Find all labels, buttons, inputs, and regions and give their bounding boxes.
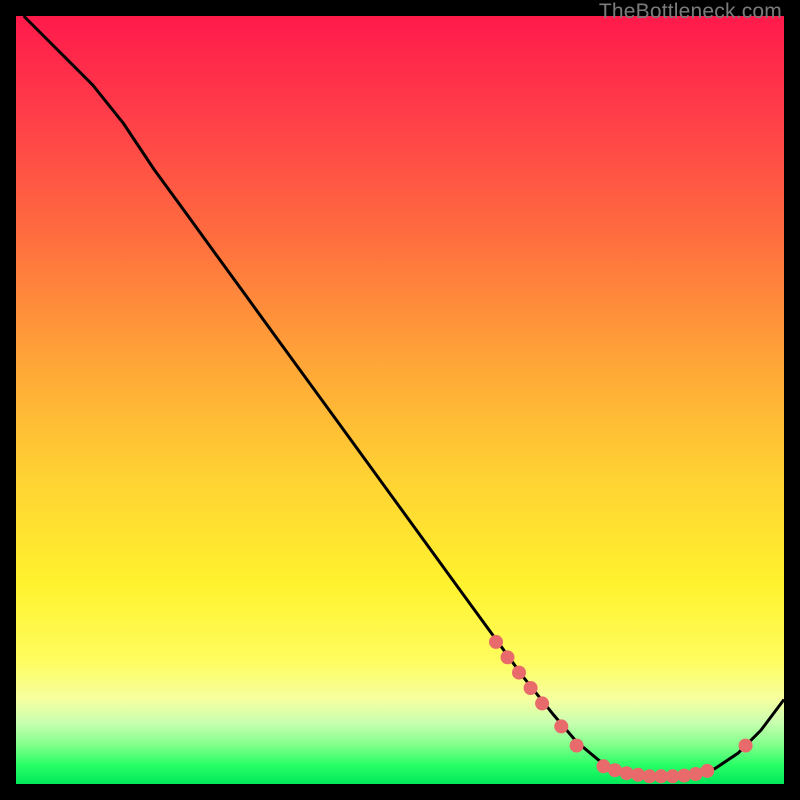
data-point [554,719,568,733]
watermark-text: TheBottleneck.com [599,0,782,24]
plot-area [16,16,784,784]
data-point [700,764,714,778]
data-point [739,739,753,753]
data-point [570,739,584,753]
data-point [535,696,549,710]
chart-svg [16,16,784,784]
data-point [512,666,526,680]
data-point [501,650,515,664]
bottleneck-curve [24,16,784,776]
data-markers [489,635,753,783]
chart-stage: TheBottleneck.com [0,0,800,800]
data-point [524,681,538,695]
data-point [489,635,503,649]
